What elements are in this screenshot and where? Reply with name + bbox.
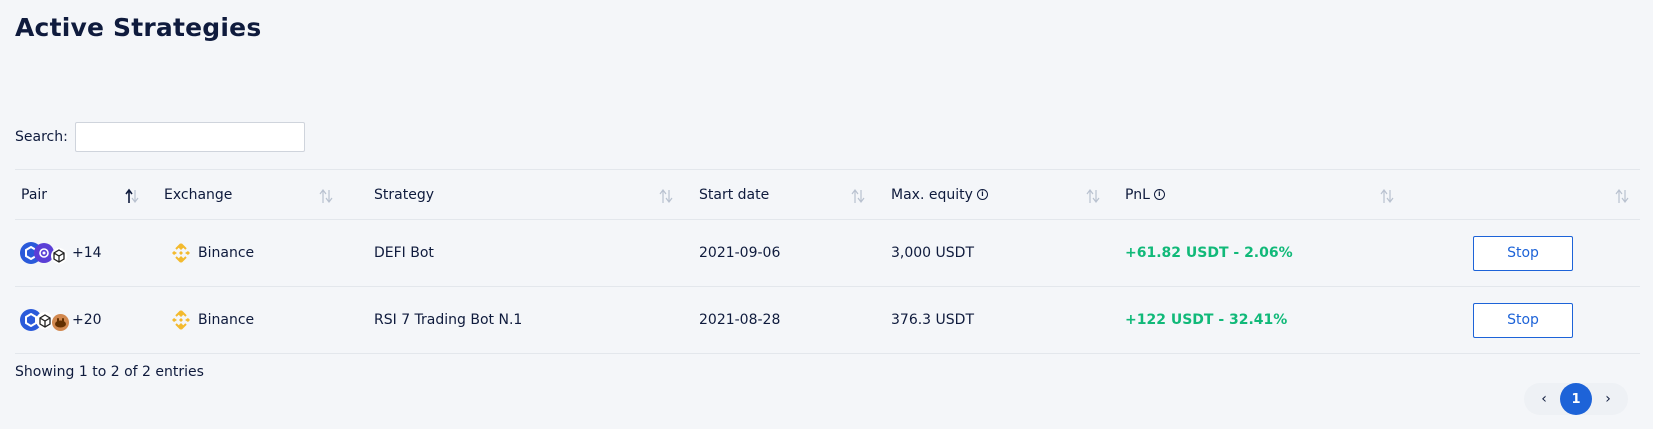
pair-extra-count: +20 [72, 312, 102, 328]
search-row: Search: [15, 122, 305, 152]
coin-icons [20, 240, 70, 266]
column-header-label: Strategy [374, 186, 434, 203]
cube-icon [51, 248, 67, 264]
max-equity-cell: 376.3 USDT [891, 312, 974, 328]
stop-button[interactable]: Stop [1473, 302, 1573, 338]
coin-icons [20, 307, 70, 333]
table-row: +14 Binance DEFI Bot 2021-09-06 3,000 US… [15, 219, 1640, 286]
column-header-start-date[interactable]: Start date [699, 170, 769, 219]
search-input[interactable] [74, 122, 305, 152]
column-header-label: Start date [699, 186, 770, 203]
column-header-max-equity[interactable]: Max. equity i [891, 170, 988, 219]
exchange-name: Binance [198, 245, 255, 261]
binance-icon [172, 243, 190, 263]
pnl-cell: +61.82 USDT - 2.06% [1125, 245, 1293, 261]
info-icon[interactable]: i [976, 189, 988, 200]
page-title: Active Strategies [15, 13, 262, 42]
exchange-cell: Binance [170, 220, 254, 286]
exchange-name: Binance [198, 312, 255, 328]
column-header-exchange[interactable]: Exchange [164, 170, 232, 219]
strategy-cell: RSI 7 Trading Bot N.1 [374, 312, 523, 328]
sort-icon[interactable] [319, 188, 333, 204]
pair-cell: +20 [20, 287, 102, 353]
sort-asc-active-icon[interactable] [125, 188, 139, 204]
table-row: +20 Binance RSI 7 Trading Bot N.1 2021-0… [15, 286, 1640, 354]
pagination: ‹ 1 › [1524, 383, 1628, 415]
strategies-table: Pair Exchange Strategy Start date Max. e… [15, 169, 1640, 354]
column-header-pnl[interactable]: PnL i [1125, 170, 1165, 219]
info-icon[interactable]: i [1153, 189, 1165, 200]
column-header-label: Pair [21, 186, 48, 203]
next-page-button[interactable]: › [1592, 383, 1624, 415]
column-header-pair[interactable]: Pair [21, 170, 47, 219]
page-1-button[interactable]: 1 [1560, 383, 1592, 415]
cube-icon [36, 312, 53, 329]
column-header-label: Exchange [164, 186, 233, 203]
sort-icon[interactable] [1086, 188, 1100, 204]
action-cell: Stop [1473, 220, 1573, 286]
start-date-cell: 2021-08-28 [699, 312, 781, 328]
sort-icon[interactable] [851, 188, 865, 204]
column-header-label: PnL [1125, 186, 1150, 203]
stop-button[interactable]: Stop [1473, 235, 1573, 271]
table-info: Showing 1 to 2 of 2 entries [15, 364, 204, 380]
pancakeswap-icon [52, 314, 69, 331]
column-header-strategy[interactable]: Strategy [374, 170, 434, 219]
binance-icon [172, 310, 190, 330]
pair-cell: +14 [20, 220, 102, 286]
column-header-label: Max. equity [891, 186, 973, 203]
strategy-cell: DEFI Bot [374, 245, 434, 261]
pnl-cell: +122 USDT - 32.41% [1125, 312, 1288, 328]
sort-icon[interactable] [1615, 188, 1629, 204]
action-cell: Stop [1473, 287, 1573, 353]
pair-extra-count: +14 [72, 245, 102, 261]
start-date-cell: 2021-09-06 [699, 245, 781, 261]
max-equity-cell: 3,000 USDT [891, 245, 974, 261]
sort-icon[interactable] [659, 188, 673, 204]
previous-page-button[interactable]: ‹ [1528, 383, 1560, 415]
search-label: Search: [15, 129, 68, 145]
exchange-cell: Binance [170, 287, 254, 353]
sort-icon[interactable] [1380, 188, 1394, 204]
table-header: Pair Exchange Strategy Start date Max. e… [15, 169, 1640, 219]
